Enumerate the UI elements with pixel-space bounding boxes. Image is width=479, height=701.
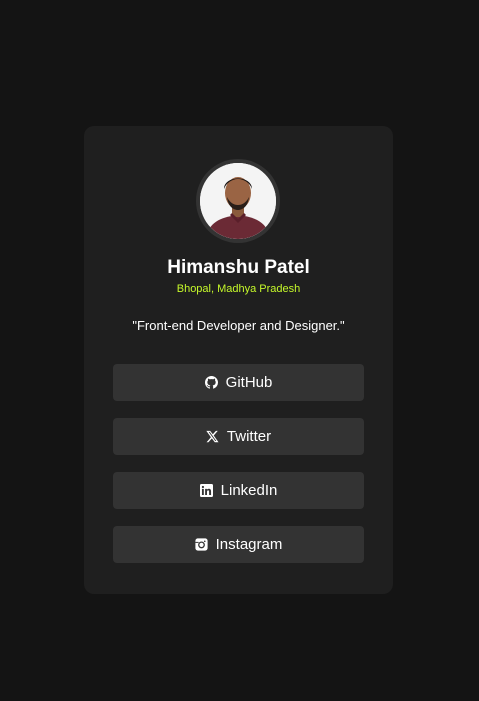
profile-card: Himanshu Patel Bhopal, Madhya Pradesh "F… <box>84 126 393 594</box>
linkedin-icon <box>199 484 213 497</box>
twitter-label: Twitter <box>226 428 272 445</box>
avatar-ring <box>196 159 280 243</box>
linkedin-button[interactable]: LinkedIn <box>113 472 364 509</box>
github-icon <box>204 376 218 389</box>
linkedin-label: LinkedIn <box>220 482 278 499</box>
profile-bio: "Front-end Developer and Designer." <box>132 318 345 333</box>
profile-name: Himanshu Patel <box>167 257 310 278</box>
avatar <box>200 163 276 239</box>
profile-location: Bhopal, Madhya Pradesh <box>176 283 301 295</box>
instagram-label: Instagram <box>215 536 283 553</box>
instagram-button[interactable]: Instagram <box>113 526 364 563</box>
github-label: GitHub <box>225 374 273 391</box>
twitter-button[interactable]: Twitter <box>113 418 364 455</box>
x-twitter-icon <box>206 430 219 443</box>
github-button[interactable]: GitHub <box>113 364 364 401</box>
instagram-icon <box>195 538 208 551</box>
